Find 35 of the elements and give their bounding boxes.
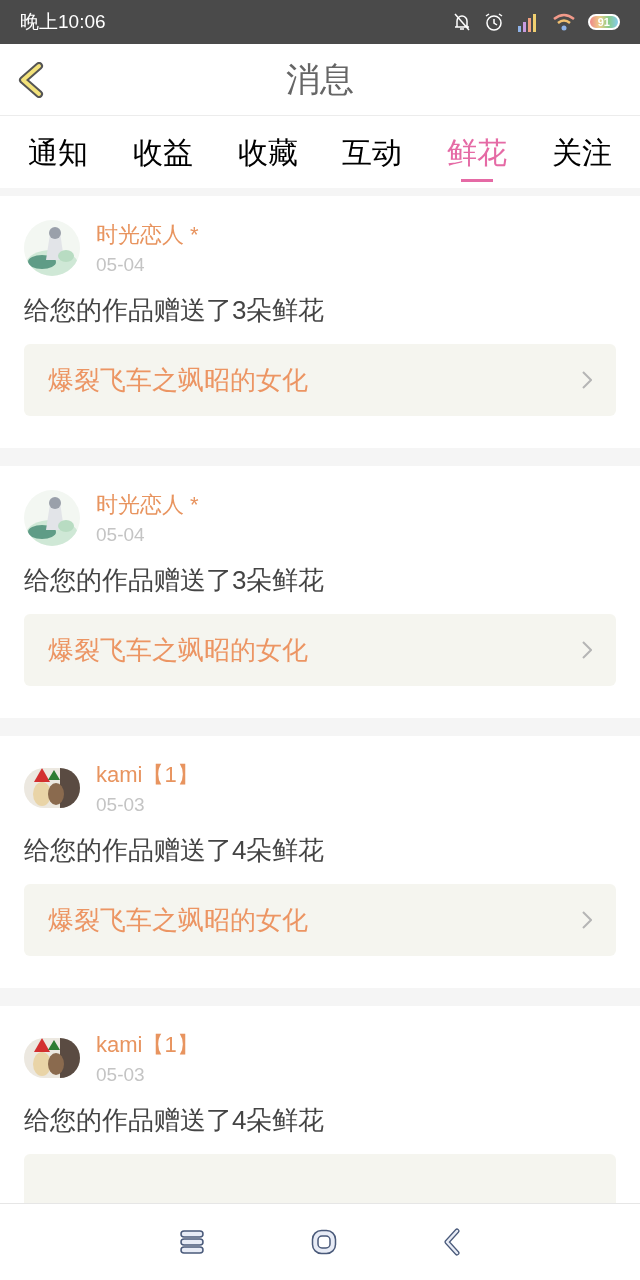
tab[interactable]: 关注 bbox=[530, 116, 634, 188]
menu-icon[interactable] bbox=[179, 1229, 205, 1255]
chevron-right-icon bbox=[582, 371, 592, 389]
tab[interactable]: 互动 bbox=[320, 116, 425, 188]
user-name[interactable]: 时光恋人 * bbox=[96, 490, 199, 520]
wifi-icon bbox=[551, 13, 576, 31]
home-icon[interactable] bbox=[311, 1229, 337, 1255]
alarm-icon bbox=[483, 12, 504, 32]
message-date: 05-03 bbox=[96, 793, 146, 817]
tab[interactable]: 通知 bbox=[6, 116, 110, 188]
chevron-right-icon bbox=[582, 641, 592, 659]
tab-underline bbox=[461, 179, 494, 182]
tab[interactable]: 收藏 bbox=[215, 116, 320, 188]
page-title: 消息 bbox=[286, 59, 354, 100]
tab[interactable]: 鲜花 bbox=[425, 116, 530, 188]
tab[interactable]: 收益 bbox=[110, 116, 215, 188]
bell-off-icon bbox=[451, 12, 472, 32]
message-text: 给您的作品赠送了4朵鲜花 bbox=[24, 834, 326, 867]
user-name[interactable]: kami【1】 bbox=[96, 760, 199, 790]
message-date: 05-03 bbox=[96, 1063, 146, 1087]
user-name[interactable]: kami【1】 bbox=[96, 1030, 199, 1060]
work-link[interactable]: 爆裂飞车之飒昭的女化 bbox=[24, 614, 616, 686]
message-text: 给您的作品赠送了3朵鲜花 bbox=[24, 294, 326, 327]
message-text: 给您的作品赠送了4朵鲜花 bbox=[24, 1104, 326, 1137]
chevron-right-icon bbox=[582, 911, 592, 929]
user-name[interactable]: 时光恋人 * bbox=[96, 220, 199, 250]
back-icon bbox=[17, 62, 45, 98]
message-date: 05-04 bbox=[96, 253, 146, 277]
back-nav-icon[interactable] bbox=[443, 1228, 461, 1256]
status-time: 晚上10:06 bbox=[20, 9, 106, 34]
battery-indicator: 91 bbox=[587, 14, 620, 30]
message-date: 05-04 bbox=[96, 523, 146, 547]
message-text: 给您的作品赠送了3朵鲜花 bbox=[24, 564, 326, 597]
work-link[interactable]: 爆裂飞车之飒昭的女化 bbox=[24, 344, 616, 416]
work-link[interactable]: 爆裂飞车之飒昭的女化 bbox=[24, 884, 616, 956]
